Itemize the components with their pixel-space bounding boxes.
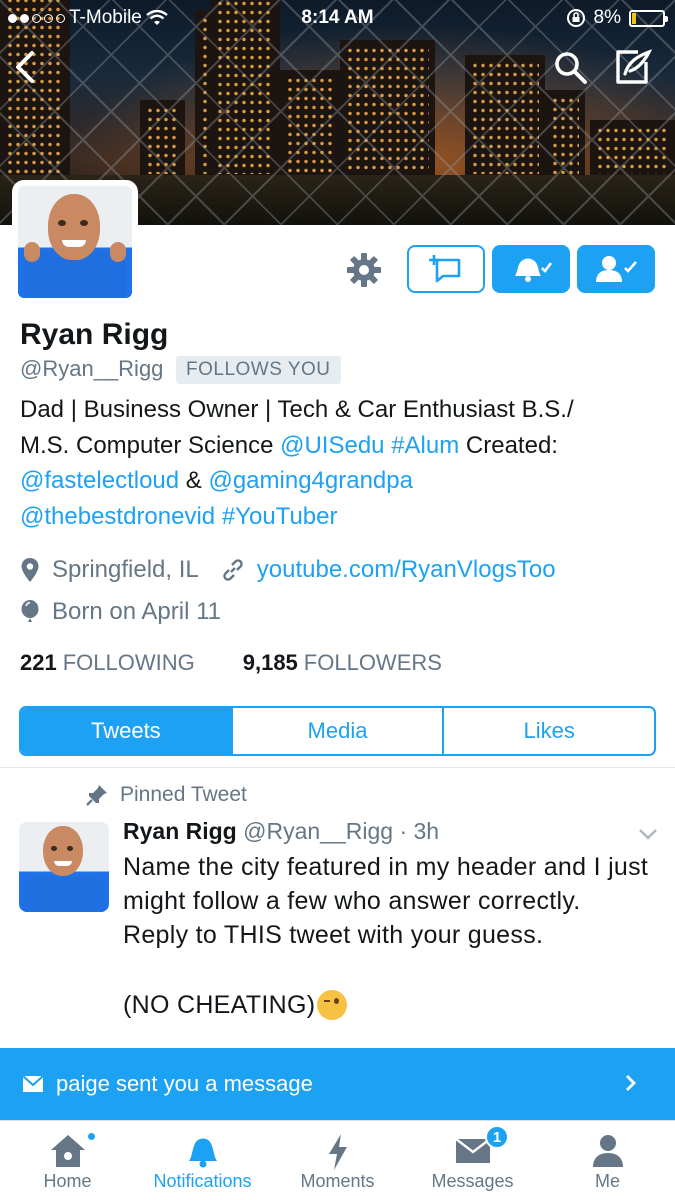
location-pin-icon [21,558,39,582]
birthday-text: Born on April 11 [52,598,221,625]
divider [0,767,675,768]
bell-icon [188,1138,217,1168]
link-icon [223,559,243,581]
bio-line: Dad | Business Owner | Tech & Car Enthus… [20,396,574,423]
rotation-lock-icon [566,9,585,27]
hashtag-link[interactable]: #YouTuber [222,503,338,530]
location-text: Springfield, IL [52,556,199,583]
tweet-notifications-button[interactable] [492,245,570,293]
tweet-text-continued: (NO CHEATING) [123,990,348,1020]
direct-message-button[interactable] [407,245,485,293]
profile-name: Ryan Rigg [20,318,169,351]
following-button[interactable] [577,245,655,293]
user-check-icon [596,256,637,282]
tab-likes[interactable]: Likes [442,708,654,754]
chevron-right-icon [626,1075,636,1091]
website-link[interactable]: youtube.com/RyanVlogsToo [257,556,556,584]
tab-messages[interactable]: 1 Messages [405,1121,540,1200]
follow-counts: 221 FOLLOWING 9,185 FOLLOWERS [20,650,442,676]
back-icon[interactable] [12,50,38,84]
hashtag-link[interactable]: #Alum [391,432,459,459]
profile-avatar[interactable] [12,180,138,304]
bio-line: @fastelectloud & @gaming4grandpa [20,467,413,494]
followers-count[interactable]: 9,185 FOLLOWERS [243,650,442,676]
balloon-icon [21,600,39,622]
winking-face-emoji [317,990,348,1020]
bottom-tab-bar: Home Notifications Moments 1 Messages Me [0,1120,675,1200]
mention-link[interactable]: @fastelectloud [20,467,179,494]
tab-home[interactable]: Home [0,1121,135,1200]
user-icon [592,1135,623,1167]
birthday-row: Born on April 11 [20,598,221,626]
tab-notifications[interactable]: Notifications [135,1121,270,1200]
profile-tabs: Tweets Media Likes [19,706,656,756]
tweet-author-avatar[interactable] [19,822,109,912]
search-icon[interactable] [553,50,589,86]
tweet-time: 3h [413,818,440,844]
avatar-photo [18,186,132,298]
banner-text: paige sent you a message [56,1071,313,1096]
follows-you-badge: FOLLOWS YOU [176,356,341,384]
mention-link[interactable]: @UISedu [280,432,384,459]
profile-bio: Dad | Business Owner | Tech & Car Enthus… [20,392,660,534]
following-count[interactable]: 221 FOLLOWING [20,650,195,676]
tab-moments[interactable]: Moments [270,1121,405,1200]
status-bar: T-Mobile 8:14 AM 8% [0,0,675,36]
gear-icon[interactable] [346,252,382,288]
pinned-tweet-label: Pinned Tweet [86,783,247,807]
mention-link[interactable]: @thebestdronevid [20,503,215,530]
message-bubble-icon [429,255,461,283]
home-new-indicator [86,1131,97,1142]
bell-check-icon [515,258,553,282]
tweet-header: Ryan Rigg @Ryan__Rigg · 3h [123,818,439,845]
bio-line: M.S. Computer Science @UISedu #Alum Crea… [20,431,558,459]
messages-badge: 1 [485,1125,509,1149]
tab-media[interactable]: Media [230,708,443,754]
mention-link[interactable]: @gaming4grandpa [208,467,413,494]
home-icon [50,1135,85,1167]
tweet-separator: · [399,818,408,844]
battery-icon [629,9,668,27]
tweet-text: Name the city featured in my header and … [123,853,649,949]
pin-icon [86,785,107,806]
chevron-down-icon[interactable] [638,828,658,840]
envelope-icon [22,1075,44,1092]
tweet-author-handle: @Ryan__Rigg [243,818,394,844]
lightning-icon [328,1134,347,1170]
tab-me[interactable]: Me [540,1121,675,1200]
bio-line: @thebestdronevid #YouTuber [20,499,660,535]
message-notification-banner[interactable]: paige sent you a message [0,1048,675,1120]
tab-tweets[interactable]: Tweets [21,708,231,754]
profile-handle: @Ryan__Rigg [20,356,164,381]
location-row: Springfield, IL youtube.com/RyanVlogsToo [20,556,556,584]
tweet-author-name[interactable]: Ryan Rigg [123,818,237,844]
battery-percent: 8% [593,7,621,28]
compose-tweet-icon[interactable] [612,48,652,86]
